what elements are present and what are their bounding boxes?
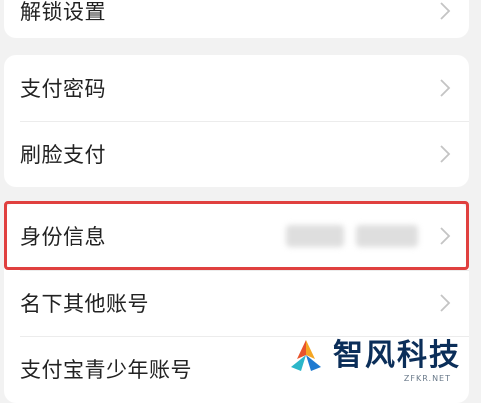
chevron-right-icon bbox=[440, 79, 451, 97]
card-unlock: 解锁设置 bbox=[4, 0, 469, 38]
chevron-right-icon bbox=[440, 145, 451, 163]
row-label: 身份信息 bbox=[20, 225, 106, 249]
row-label: 支付密码 bbox=[20, 77, 106, 101]
row-unlock-settings[interactable]: 解锁设置 bbox=[4, 0, 469, 38]
watermark-subtext: ZFKR.NET bbox=[403, 374, 451, 383]
card-payment: 支付密码 刷脸支付 bbox=[4, 55, 469, 187]
blurred-value bbox=[356, 225, 418, 247]
row-other-accounts[interactable]: 名下其他账号 bbox=[4, 270, 469, 336]
brand-logo-icon bbox=[291, 340, 321, 371]
watermark: 智风科技 bbox=[287, 337, 461, 375]
row-label: 刷脸支付 bbox=[20, 143, 106, 167]
row-label: 解锁设置 bbox=[20, 0, 106, 24]
blurred-value bbox=[286, 225, 344, 247]
chevron-right-icon bbox=[440, 2, 451, 20]
row-label: 名下其他账号 bbox=[20, 292, 149, 316]
chevron-right-icon bbox=[440, 294, 451, 312]
watermark-text: 智风科技 bbox=[333, 338, 461, 373]
row-identity-info[interactable]: 身份信息 bbox=[4, 203, 469, 269]
chevron-right-icon bbox=[440, 227, 451, 245]
row-face-payment[interactable]: 刷脸支付 bbox=[4, 121, 469, 187]
row-payment-password[interactable]: 支付密码 bbox=[4, 55, 469, 121]
row-label: 支付宝青少年账号 bbox=[20, 358, 192, 382]
